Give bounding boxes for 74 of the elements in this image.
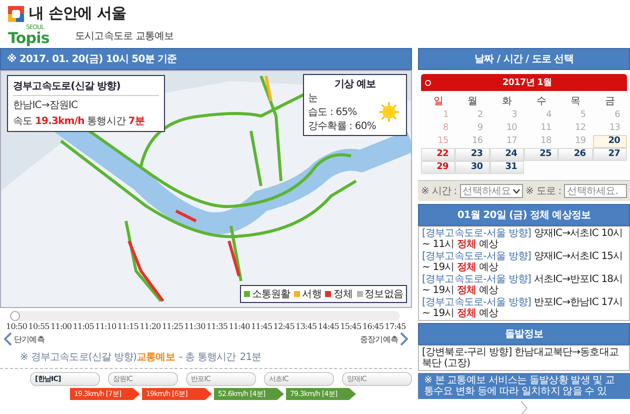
weekday-label: 금 [604, 95, 616, 109]
calendar-day[interactable]: 22 [421, 148, 456, 161]
time-label[interactable]: 11:30 [184, 322, 206, 331]
calendar-day[interactable]: 20 [592, 135, 627, 148]
weekday-label: 월 [466, 95, 478, 109]
time-select-label: ※ 시간 : [421, 185, 457, 198]
weather-title: 기상 예보 [333, 78, 377, 91]
time-label[interactable]: 11:45 [251, 322, 272, 331]
road-select[interactable]: 선택하세요. [564, 184, 627, 198]
time-label[interactable]: 10:55 [28, 322, 50, 331]
calendar-day[interactable]: 24 [490, 148, 524, 161]
road-select-label: ※ 도로 : [526, 185, 562, 198]
congestion-item[interactable]: [경부고속도로-서울 방향] 양재IC→서초IC 10시 ~ 11시 정체 예상 [422, 228, 626, 250]
congestion-item[interactable]: [경부고속도로-서울 방향] 반포IC→한남IC 17시 ~ 19시 정체 예상 [422, 297, 626, 319]
calendar-day[interactable]: 27 [592, 148, 627, 161]
time-label[interactable]: 11:25 [162, 322, 184, 331]
congestion-item[interactable]: [경부고속도로-서울 방향] 양재IC→서초IC 15시 ~ 19시 정체 예상 [422, 251, 626, 273]
notice-bar: ※ 본 교통예보 서비스는 돌발상황 발생 및 교통수요 변화 등에 따라 일치하지 않을 수 있 [418, 373, 630, 399]
chevron-down-icon [512, 188, 520, 194]
time-label[interactable]: 10:50 [6, 322, 28, 331]
weekday-label: 일 [432, 95, 444, 109]
selector-title: 날짜 / 시간 / 도로 선택 [418, 48, 630, 70]
time-label[interactable]: 11:40 [228, 322, 250, 331]
time-label[interactable]: 11:15 [117, 322, 138, 331]
app-logo-icon [8, 6, 24, 22]
incident-title: 돌발정보 [418, 323, 630, 345]
time-slider[interactable] [10, 311, 400, 321]
calendar-day[interactable]: 25 [524, 148, 558, 161]
route-speed-text: 속도 19.3km/h 통행시간 7분 [13, 115, 146, 128]
calendar-day[interactable]: 26 [558, 148, 593, 161]
sun-icon [378, 101, 400, 123]
chevron-right-icon[interactable] [400, 332, 408, 346]
page-subtitle: 도시고속도로 교통예보 [75, 30, 174, 42]
time-label[interactable]: 13:45 [296, 322, 317, 331]
time-label[interactable]: 15:45 [340, 322, 362, 331]
weekday-label: 목 [570, 95, 582, 109]
weekday-label: 화 [501, 95, 513, 109]
logo[interactable]: Topis [8, 31, 60, 46]
weather-condition: 눈 [308, 92, 319, 105]
calendar-day[interactable]: 23 [455, 148, 490, 161]
calendar-day[interactable]: 29 [421, 161, 456, 174]
time-label[interactable]: 11:35 [206, 322, 228, 331]
slider-thumb[interactable] [10, 311, 20, 321]
weekday-label: 수 [535, 95, 547, 109]
long-term-label: 중장기예측 [360, 334, 398, 344]
app-title: 내 손안에 서울 [29, 4, 126, 23]
time-label[interactable]: 11:20 [140, 322, 161, 331]
time-label[interactable]: 14:45 [318, 322, 339, 331]
chevron-left-icon[interactable] [4, 332, 12, 346]
calendar-day[interactable]: 30 [455, 161, 490, 174]
legend-item: 정체 [325, 287, 353, 301]
humidity-text: 습도 : 65% [308, 106, 358, 119]
calendar-day[interactable]: 31 [490, 161, 524, 174]
congestion-item[interactable]: [경부고속도로-서울 방향] 서초IC→반포IC 18시 ~ 19시 정체 예상 [422, 274, 626, 296]
legend-item: 소통원활 [244, 287, 290, 301]
timestamp-bar: ※ 2017. 01. 20(금) 10시 50분 기준 [0, 48, 412, 70]
time-label[interactable]: 16:45 [362, 322, 384, 331]
chevron-right-icon[interactable] [520, 400, 528, 414]
legend-item: 서행 [294, 287, 322, 301]
time-label[interactable]: 11:00 [50, 322, 72, 331]
time-label[interactable]: 17:45 [384, 322, 406, 331]
time-label[interactable]: 12:45 [273, 322, 294, 331]
time-select[interactable]: 선택하세요 [460, 184, 522, 198]
route-section-text: 한남IC→잠원IC [13, 99, 79, 112]
circle-icon[interactable] [425, 80, 431, 86]
legend-item: 정보없음 [356, 287, 403, 301]
precipitation-text: 강수확률 : 60% [308, 120, 377, 133]
route-title: 경부고속도로(신갈 방향) [13, 79, 159, 96]
short-term-label: 단기예측 [14, 334, 44, 344]
calendar-header: 2017년 1월 [421, 74, 627, 91]
time-label[interactable]: 11:05 [72, 322, 94, 331]
time-label[interactable]: 11:10 [95, 322, 116, 331]
congestion-title: 01월 20일 (금) 정체 예상정보 [418, 204, 630, 226]
route-summary: ※ 경부고속도로(신갈 방향)교통예보 - 총 통행시간 21분 [0, 346, 412, 369]
